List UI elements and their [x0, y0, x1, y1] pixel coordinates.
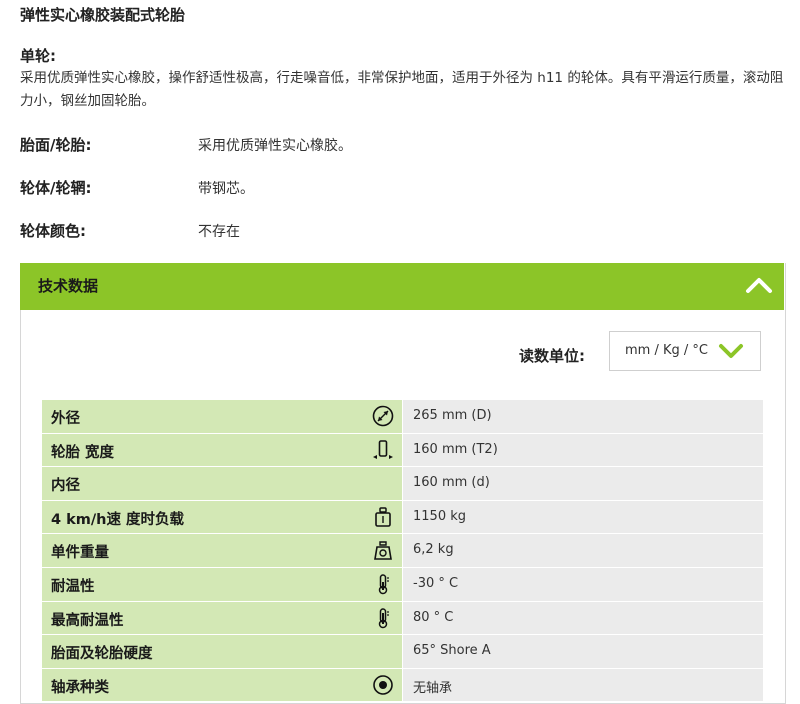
row-value-cell: 160 mm (T2) — [403, 433, 763, 467]
row-label: 轮胎 宽度 — [51, 444, 115, 461]
section-subtitle: 单轮: — [20, 47, 56, 65]
row-label: 轴承种类 — [51, 679, 109, 696]
table-row: 轮胎 宽度 160 mm (T2) — [42, 433, 763, 468]
table-row: 外径 265 mm (D) — [42, 400, 763, 434]
attr-value-rim: 带钢芯。 — [198, 181, 254, 197]
tech-data-header[interactable]: 技术数据 — [20, 263, 784, 310]
row-value: 6,2 kg — [413, 542, 454, 558]
attr-value-color: 不存在 — [198, 224, 240, 240]
row-value-cell: 无轴承 — [403, 668, 763, 702]
row-value-cell: 80 ° C — [403, 601, 763, 635]
row-value: 65° Shore A — [413, 643, 491, 659]
table-row: 轴承种类 无轴承 — [42, 668, 763, 703]
thermometer-icon — [378, 574, 389, 595]
table-row: 耐温性 -30 ° C — [42, 567, 763, 602]
row-value: -30 ° C — [413, 575, 459, 591]
product-description: 采用优质弹性实心橡胶，操作舒适性极高，行走噪音低，非常保护地面，适用于外径为 h… — [20, 70, 784, 109]
row-label: 内径 — [51, 478, 80, 495]
row-label: 单件重量 — [51, 545, 109, 562]
tech-data-title: 技术数据 — [38, 277, 99, 295]
page-title: 弹性实心橡胶装配式轮胎 — [20, 6, 186, 24]
table-row: 最高耐温性 80 ° C — [42, 601, 763, 636]
row-value: 160 mm (d) — [413, 475, 490, 491]
row-value-cell: 65° Shore A — [403, 635, 763, 668]
row-label: 外径 — [51, 411, 80, 427]
row-value: 265 mm (D) — [413, 408, 492, 423]
units-label: 读数单位: — [519, 347, 585, 365]
table-row: 内径 160 mm (d) — [42, 467, 763, 501]
row-value: 80 ° C — [413, 609, 454, 625]
row-label-cell: 胎面及轮胎硬度 — [42, 635, 402, 668]
table-row: 4 km/h速 度时负载 1150 kg — [42, 500, 763, 535]
unit-weight-icon — [374, 541, 392, 561]
row-label-cell: 单件重量 — [42, 534, 402, 567]
units-selected-value: mm / Kg / °C — [625, 343, 708, 358]
row-value: 1150 kg — [413, 508, 466, 524]
row-value: 160 mm (T2) — [413, 441, 498, 457]
row-label: 4 km/h速 度时负载 — [51, 511, 185, 528]
row-label: 最高耐温性 — [51, 612, 124, 629]
row-label-cell: 4 km/h速 度时负载 — [42, 500, 402, 534]
row-label-cell: 轴承种类 — [42, 668, 402, 702]
attr-value-tread: 采用优质弹性实心橡胶。 — [198, 138, 352, 154]
thermometer-icon — [378, 607, 389, 628]
row-value-cell: 160 mm (d) — [403, 467, 763, 500]
tech-data-table: 外径 265 mm (D) 轮胎 宽度 160 mm (T2) 内径 160 m… — [42, 400, 763, 703]
row-label-cell: 内径 — [42, 467, 402, 500]
bearing-type-icon — [373, 674, 393, 695]
units-select[interactable]: mm / Kg / °C — [609, 331, 761, 371]
row-value-cell: 6,2 kg — [403, 534, 763, 567]
row-value-cell: 265 mm (D) — [403, 400, 763, 433]
row-label: 耐温性 — [51, 578, 95, 595]
row-label-cell: 外径 — [42, 400, 402, 433]
table-row: 单件重量 6,2 kg — [42, 534, 763, 568]
attr-label-color: 轮体颜色: — [20, 222, 86, 240]
tire-width-icon — [373, 439, 393, 459]
row-label: 胎面及轮胎硬度 — [51, 646, 153, 663]
load-weight-icon — [375, 507, 391, 527]
row-value: 无轴承 — [413, 680, 453, 696]
row-value-cell: -30 ° C — [403, 567, 763, 601]
chevron-down-icon — [719, 344, 743, 358]
outer-diameter-icon — [372, 405, 394, 427]
table-row: 胎面及轮胎硬度 65° Shore A — [42, 635, 763, 669]
row-label-cell: 轮胎 宽度 — [42, 433, 402, 467]
chevron-up-icon[interactable] — [744, 271, 774, 301]
row-label-cell: 耐温性 — [42, 567, 402, 601]
attr-label-tread: 胎面/轮胎: — [20, 136, 92, 154]
row-label-cell: 最高耐温性 — [42, 601, 402, 635]
attr-label-rim: 轮体/轮辋: — [20, 179, 92, 197]
row-value-cell: 1150 kg — [403, 500, 763, 534]
